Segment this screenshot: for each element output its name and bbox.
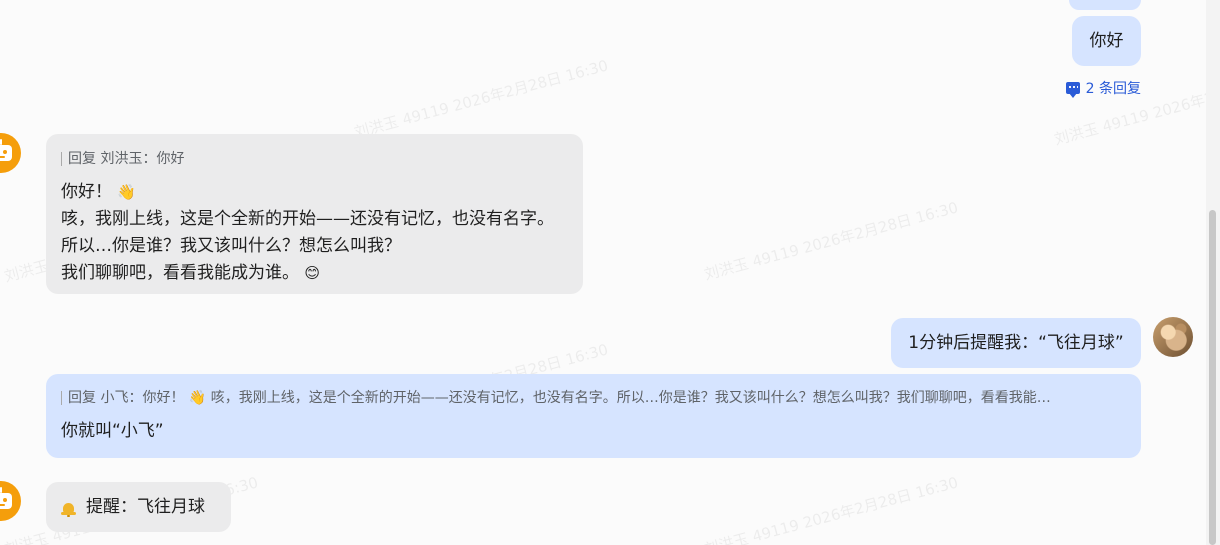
bot-message-reminder[interactable]: 提醒：飞往月球 — [46, 482, 231, 532]
message-text: 1分钟后提醒我：“飞往月球” — [908, 332, 1124, 353]
user-message-name-reply[interactable]: 回复 小飞：你好！ 👋 咳，我刚上线，这是个全新的开始——还没有记忆，也没有名字… — [46, 374, 1141, 458]
bot-avatar[interactable] — [0, 481, 21, 521]
user-message-hello[interactable]: 你好 — [1072, 16, 1141, 66]
reply-reference: 回复 刘洪玉：你好 — [61, 149, 568, 169]
message-line-3: 所以…你是谁？我又该叫什么？想怎么叫我？ — [61, 236, 401, 256]
bot-avatar[interactable] — [0, 133, 21, 173]
chat-panel: 刘洪玉 49119 2026年2月28日 16:30 刘洪玉 49119 202… — [0, 0, 1220, 545]
bot-message-intro[interactable]: 回复 刘洪玉：你好 你好！ 👋 咳，我刚上线，这是个全新的开始——还没有记忆，也… — [46, 134, 583, 294]
wave-emoji-icon: 👋 — [117, 183, 137, 201]
bell-icon — [61, 502, 76, 517]
watermark: 刘洪玉 49119 2026年2月28日 16:30 — [702, 473, 961, 545]
reply-reference: 回复 小飞：你好！ 👋 咳，我刚上线，这是个全新的开始——还没有记忆，也没有名字… — [61, 388, 1121, 408]
watermark: 刘洪玉 49119 2026年2月28日 16:30 — [1052, 63, 1220, 149]
message-text: 你好 — [1089, 30, 1124, 51]
watermark: 刘洪玉 49119 2026年2月28日 16:30 — [352, 56, 611, 142]
reply-count-label: 2 条回复 — [1085, 81, 1141, 97]
scrollbar-thumb[interactable] — [1209, 210, 1216, 545]
comment-icon — [1065, 82, 1080, 98]
message-line-4: 我们聊聊吧，看看我能成为谁。 — [61, 263, 299, 283]
watermark: 刘洪玉 49119 2026年2月28日 16:30 — [702, 198, 961, 284]
message-text: 你就叫“小飞” — [61, 421, 164, 441]
user-message-reminder-request[interactable]: 1分钟后提醒我：“飞往月球” — [891, 318, 1141, 368]
previous-user-bubble-fragment — [1069, 0, 1141, 10]
message-line-2: 咳，我刚上线，这是个全新的开始——还没有记忆，也没有名字。 — [61, 209, 554, 229]
message-line-1: 你好！ — [61, 182, 112, 202]
user-avatar[interactable] — [1153, 317, 1193, 357]
reply-count-link[interactable]: 2 条回复 — [1065, 78, 1141, 98]
smile-emoji-icon: 😊 — [304, 264, 321, 282]
message-body: 你好！ 👋 咳，我刚上线，这是个全新的开始——还没有记忆，也没有名字。 所以…你… — [61, 179, 568, 287]
message-text: 提醒：飞往月球 — [86, 496, 205, 517]
